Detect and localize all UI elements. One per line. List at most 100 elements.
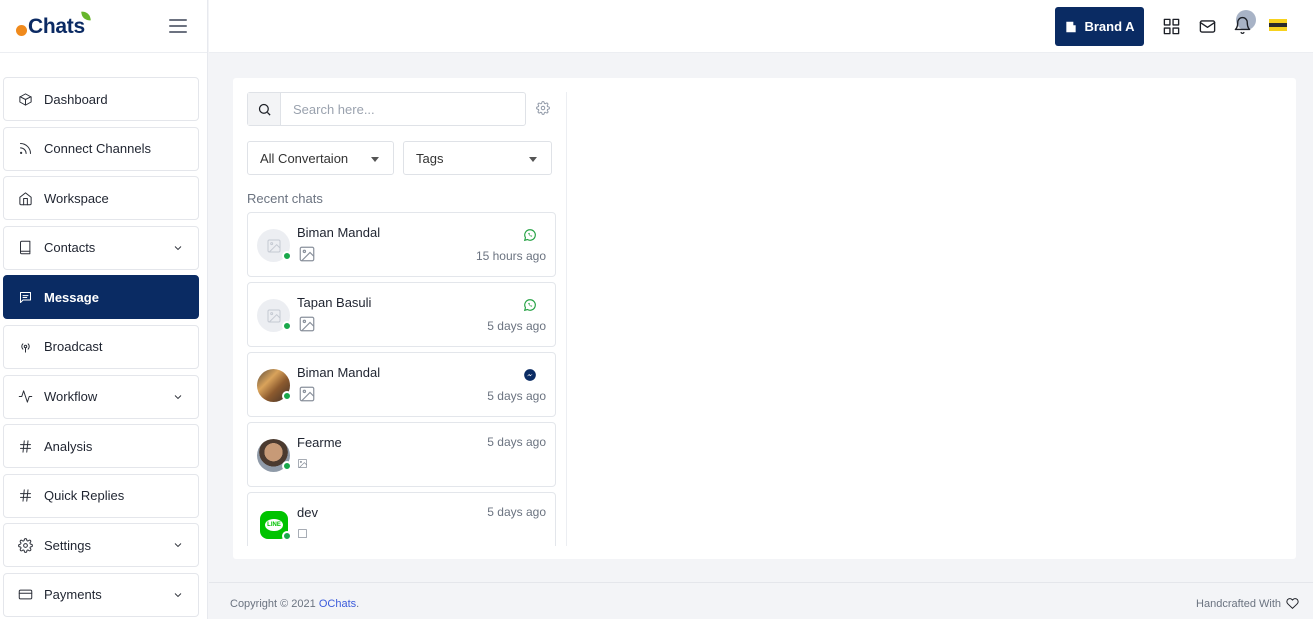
copyright-prefix: Copyright © 2021	[230, 598, 319, 610]
sidebar-item-dashboard[interactable]: Dashboard	[3, 77, 199, 121]
sidebar-item-message[interactable]: Message	[3, 275, 199, 320]
sidebar-item-label: Message	[44, 289, 99, 305]
book-icon	[17, 240, 33, 256]
chat-list-item[interactable]: Biman Mandal 15 hours ago	[247, 212, 556, 277]
chevron-down-icon	[172, 391, 184, 403]
chevron-down-icon	[172, 589, 184, 601]
building-icon	[1066, 21, 1077, 32]
messenger-icon	[523, 368, 537, 382]
menu-toggle-icon[interactable]	[169, 19, 187, 33]
chat-list-item[interactable]: Biman Mandal 5 days ago	[247, 352, 556, 417]
logo[interactable]: Chats	[16, 10, 91, 40]
mail-icon[interactable]	[1198, 17, 1217, 36]
contact-name: Tapan Basuli	[297, 295, 372, 310]
gear-icon	[17, 537, 33, 553]
chat-timestamp: 5 days ago	[487, 389, 546, 403]
online-status-dot	[282, 461, 292, 471]
contact-name: Fearme	[297, 435, 342, 450]
search-box	[247, 92, 526, 126]
image-message-icon	[297, 245, 317, 263]
online-status-dot	[282, 391, 292, 401]
chevron-down-icon	[172, 242, 184, 254]
sidebar-item-payments[interactable]: Payments	[3, 572, 199, 617]
sidebar-item-contacts[interactable]: Contacts	[3, 225, 199, 270]
conversation-filter-select[interactable]: All Convertaion	[247, 141, 394, 175]
chat-list-item[interactable]: Fearme 5 days ago	[247, 422, 556, 487]
rss-icon	[17, 141, 33, 157]
sidebar-item-broadcast[interactable]: Broadcast	[3, 324, 199, 369]
contact-name: dev	[297, 505, 318, 520]
activity-icon	[17, 389, 33, 405]
broadcast-icon	[17, 339, 33, 355]
hash-icon	[17, 438, 33, 454]
sidebar-item-workflow[interactable]: Workflow	[3, 374, 199, 419]
sidebar-item-label: Analysis	[44, 438, 93, 454]
sidebar-item-label: Workflow	[44, 389, 98, 405]
contact-name: Biman Mandal	[297, 225, 381, 240]
brand-switch-button[interactable]: Brand A	[1055, 7, 1144, 46]
search-input[interactable]	[281, 93, 525, 125]
chat-list: Biman Mandal 15 hours ago Tapan Basuli 5…	[247, 212, 556, 546]
image-message-icon	[297, 385, 317, 403]
sidebar-item-connect-channels[interactable]: Connect Channels	[3, 126, 199, 171]
bell-icon[interactable]	[1233, 16, 1253, 36]
sidebar-item-label: Quick Replies	[44, 488, 125, 504]
sidebar-item-analysis[interactable]: Analysis	[3, 424, 199, 469]
recent-chats-label: Recent chats	[247, 191, 323, 206]
heart-icon	[1286, 597, 1299, 610]
chat-timestamp: 15 hours ago	[475, 249, 546, 263]
image-placeholder-icon	[267, 239, 280, 252]
search-icon[interactable]	[248, 93, 281, 125]
whatsapp-icon	[523, 228, 537, 242]
chat-list-item[interactable]: LINE dev 5 days ago	[247, 492, 556, 546]
sidebar-item-label: Settings	[44, 537, 91, 553]
sidebar-item-settings[interactable]: Settings	[3, 523, 199, 568]
logo-wordmark: Chats	[28, 15, 85, 38]
apps-grid-icon[interactable]	[1162, 17, 1181, 36]
chat-timestamp: 5 days ago	[487, 435, 546, 449]
ochats-link[interactable]: OChats	[319, 598, 356, 610]
image-message-icon	[297, 315, 317, 333]
message-icon	[17, 289, 33, 305]
flag-icon[interactable]	[1269, 19, 1287, 31]
box-icon	[17, 91, 33, 107]
chat-timestamp: 5 days ago	[487, 505, 546, 519]
image-placeholder-icon	[267, 309, 280, 322]
tags-filter-value: Tags	[416, 150, 444, 166]
sidebar-nav: Dashboard Connect Channels Workspace Con…	[3, 77, 199, 619]
card-icon	[17, 587, 33, 603]
online-status-dot	[282, 251, 292, 261]
chat-list-item[interactable]: Tapan Basuli 5 days ago	[247, 282, 556, 347]
message-card: All Convertaion Tags Recent chats Biman …	[233, 78, 1296, 559]
caret-down-icon	[371, 157, 379, 162]
logo-fruit-icon	[16, 24, 27, 36]
sidebar-item-quick-replies[interactable]: Quick Replies	[3, 473, 199, 518]
caret-down-icon	[529, 157, 537, 162]
sidebar-item-workspace[interactable]: Workspace	[3, 176, 199, 221]
contact-name: Biman Mandal	[297, 365, 381, 380]
online-status-dot	[282, 321, 292, 331]
sidebar: Chats Dashboard Connect Channels Workspa…	[0, 0, 208, 619]
image-message-icon	[297, 527, 317, 545]
brand-switch-label: Brand A	[1084, 19, 1135, 34]
hash-icon	[17, 488, 33, 504]
chevron-down-icon	[172, 539, 184, 551]
tags-filter-select[interactable]: Tags	[403, 141, 552, 175]
sidebar-item-label: Contacts	[44, 240, 96, 256]
brand-bar: Chats	[0, 0, 207, 53]
chat-timestamp: 5 days ago	[487, 319, 546, 333]
gear-icon[interactable]	[536, 101, 550, 115]
footer: Copyright © 2021 OChats. Handcrafted Wit…	[209, 582, 1313, 619]
sidebar-item-label: Payments	[44, 587, 102, 603]
chat-panel: All Convertaion Tags Recent chats Biman …	[247, 92, 567, 546]
sidebar-item-label: Workspace	[44, 190, 109, 206]
copyright-text: Copyright © 2021 OChats.	[230, 598, 359, 610]
image-message-icon	[297, 457, 317, 475]
sidebar-item-label: Dashboard	[44, 91, 108, 107]
sidebar-item-label: Broadcast	[44, 339, 103, 355]
conversation-filter-value: All Convertaion	[260, 150, 349, 166]
whatsapp-icon	[523, 298, 537, 312]
copyright-suffix: .	[356, 598, 360, 610]
topbar: Brand A	[209, 0, 1313, 53]
online-status-dot	[282, 531, 292, 541]
